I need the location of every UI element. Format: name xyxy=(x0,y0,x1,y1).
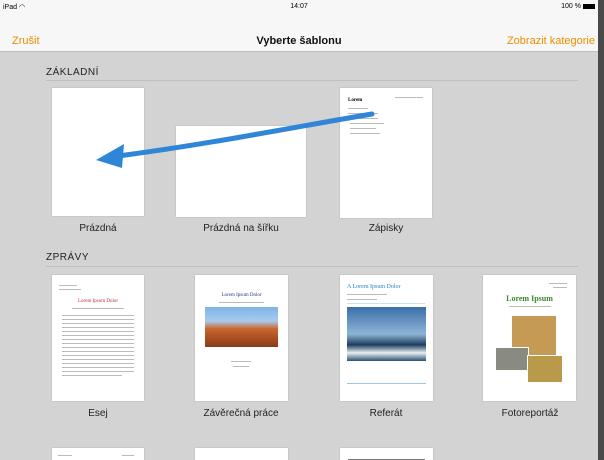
template-next-row[interactable] xyxy=(340,448,433,460)
preview-title: Lorem xyxy=(348,98,363,103)
section-divider xyxy=(46,80,578,81)
preview-photo-giraffes xyxy=(527,355,563,383)
preview-photo-elephant xyxy=(495,347,529,371)
preview-title: A Lorem Ipsum Dolor xyxy=(347,284,401,290)
preview-title: Lorem Ipsum xyxy=(506,294,553,303)
navigation-bar: Zrušit Vyberte šablonu Zobrazit kategori… xyxy=(0,14,598,52)
section-divider xyxy=(46,266,578,267)
template-referat[interactable]: A Lorem Ipsum Dolor xyxy=(340,275,433,401)
clock: 14:07 xyxy=(290,3,308,10)
template-zaverecna-prace[interactable]: Lorem Ipsum Dolor xyxy=(195,275,288,401)
template-zapisky[interactable]: Lorem xyxy=(340,88,432,218)
preview-title: Lorem Ipsum Dolor xyxy=(78,299,118,304)
template-next-row[interactable] xyxy=(195,448,288,460)
show-categories-button[interactable]: Zobrazit kategorie xyxy=(507,35,595,47)
preview-photo-lighthouse xyxy=(347,307,426,361)
preview-title: Lorem Ipsum Dolor xyxy=(221,293,262,298)
battery-icon xyxy=(583,3,595,9)
template-label: Závěrečná práce xyxy=(203,408,279,419)
template-label: Prázdná na šířku xyxy=(203,223,279,234)
template-next-row[interactable] xyxy=(52,448,144,460)
battery-indicator: 100 % xyxy=(561,3,595,10)
section-title-zpravy: ZPRÁVY xyxy=(46,252,90,263)
template-label: Prázdná xyxy=(79,223,117,234)
template-esej[interactable]: Lorem Ipsum Dolor xyxy=(52,275,144,401)
section-title-zakladni: ZÁKLADNÍ xyxy=(46,67,99,78)
template-label: Esej xyxy=(88,408,108,419)
preview-photo-canyon xyxy=(205,307,278,347)
template-prazdna-na-sirku[interactable] xyxy=(176,126,306,217)
template-prazdna[interactable] xyxy=(52,88,144,216)
template-label: Fotoreportáž xyxy=(501,408,559,419)
status-bar: iPad ◠ 14:07 100 % xyxy=(0,0,598,14)
template-label: Zápisky xyxy=(368,223,404,234)
template-fotoreportaz[interactable]: Lorem Ipsum xyxy=(483,275,576,401)
ipad-screen: iPad ◠ 14:07 100 % Zrušit Vyberte šablonu… xyxy=(0,0,598,460)
template-label: Referát xyxy=(369,408,403,419)
